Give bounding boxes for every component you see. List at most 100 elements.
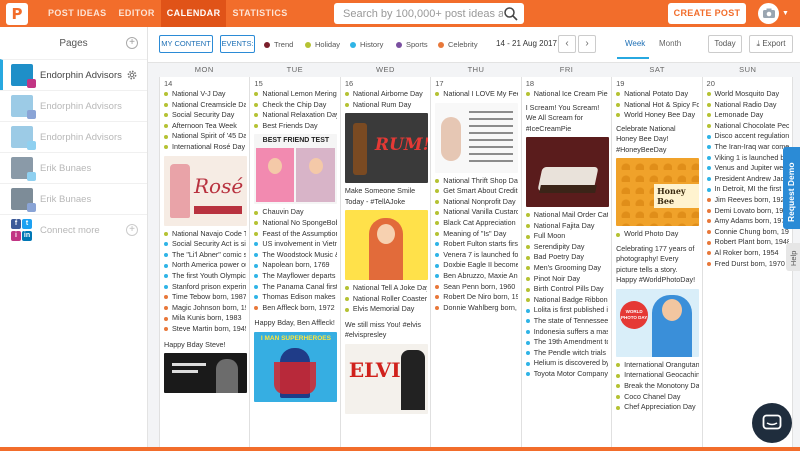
event-item[interactable]: Donnie Wahlberg born, 1 <box>435 303 518 314</box>
event-item[interactable]: Social Security Act is sign <box>164 239 246 250</box>
event-item[interactable]: National Fajita Day <box>525 221 608 232</box>
event-item[interactable]: Chauvin Day <box>254 207 336 218</box>
event-item[interactable]: International Geocaching <box>616 370 699 381</box>
request-demo-tab[interactable]: Request Demo <box>783 147 800 229</box>
sidebar-page-item[interactable]: Erik Bunaes <box>0 183 147 214</box>
event-item[interactable]: National Chocolate Pecan <box>706 121 789 132</box>
event-item[interactable]: Get Smart About Credit D <box>435 186 518 197</box>
event-item[interactable]: National No SpongeBob <box>254 218 337 229</box>
event-item[interactable]: International Orangutan <box>616 360 699 371</box>
event-item[interactable]: Amy Adams born, 1974 <box>706 216 789 227</box>
event-item[interactable]: The Woodstock Music & <box>254 250 337 261</box>
event-item[interactable]: Elvis Memorial Day <box>344 304 427 315</box>
event-item[interactable]: National Vanilla Custard D <box>435 207 518 218</box>
app-logo[interactable]: P <box>6 2 28 25</box>
event-item[interactable]: Stanford prison experime <box>164 282 246 293</box>
event-item[interactable]: National Navajo Code Ta <box>164 229 246 240</box>
event-item[interactable]: Afternoon Tea Week <box>164 121 246 132</box>
my-content-button[interactable]: MY CONTENT <box>159 35 213 53</box>
event-item[interactable]: Doxbie Eagle II becomes <box>435 260 518 271</box>
event-item[interactable]: The Iran-Iraq war come <box>706 142 789 153</box>
event-item[interactable]: Best Friends Day <box>254 121 336 132</box>
event-item[interactable]: Serendipity Day <box>525 242 608 253</box>
event-item[interactable]: National Radio Day <box>706 100 789 111</box>
event-item[interactable]: National Relaxation Day <box>254 110 337 121</box>
event-item[interactable]: World Photo Day <box>616 229 698 240</box>
event-item[interactable]: Robert De Niro born, 194 <box>435 292 518 303</box>
event-item[interactable]: The first Youth Olympics <box>164 271 246 282</box>
event-item[interactable]: Lolita is first published i <box>525 305 608 316</box>
event-item[interactable]: National Tell A Joke Day <box>344 283 427 294</box>
event-item[interactable]: Ben Affleck born, 1972 <box>254 303 336 314</box>
event-item[interactable]: The state of Tennessee pa <box>525 316 608 327</box>
sidebar-page-item[interactable]: Endorphin Advisors <box>0 59 147 90</box>
filter-celebrity[interactable]: Celebrity <box>438 40 478 49</box>
export-button[interactable]: ⤓ Export <box>749 35 793 53</box>
event-item[interactable]: National Roller Coaster D <box>344 294 427 305</box>
event-item[interactable]: Robert Plant born, 1948 <box>706 237 789 248</box>
event-item[interactable]: National Nonprofit Day <box>435 197 517 208</box>
event-item[interactable]: Venera 7 is launched for <box>435 250 518 261</box>
post-image[interactable]: WORLD PHOTO DAY <box>616 288 700 357</box>
tab-week[interactable]: Week <box>625 39 645 48</box>
event-item[interactable]: National Thrift Shop Day <box>435 176 518 187</box>
event-item[interactable]: Steve Martin born, 1945 <box>164 324 246 335</box>
event-item[interactable]: Helium is discovered by F <box>525 358 608 369</box>
event-item[interactable]: Robert Fulton starts first <box>435 239 518 250</box>
event-item[interactable]: National Mail Order Catal <box>525 210 608 221</box>
event-item[interactable]: Coco Chanel Day <box>616 392 698 403</box>
event-item[interactable]: Birth Control Pills Day <box>525 284 608 295</box>
post-image[interactable] <box>344 210 428 281</box>
event-item[interactable]: World Mosquito Day <box>706 89 789 100</box>
event-item[interactable]: Thomas Edison makes fir <box>254 292 337 303</box>
event-item[interactable]: The Panama Canal first op <box>254 282 337 293</box>
event-item[interactable]: Lemonade Day <box>706 110 789 121</box>
event-item[interactable]: Jim Reeves born, 1923 <box>706 195 789 206</box>
event-item[interactable]: The Pendle witch trials be <box>525 348 608 359</box>
event-item[interactable]: Feast of the Assumption <box>254 229 337 240</box>
previous-week-button[interactable]: ‹ <box>558 35 576 53</box>
event-item[interactable]: Al Roker born, 1954 <box>706 248 789 259</box>
event-item[interactable]: Meaning of "Is" Day <box>435 229 517 240</box>
search-icon[interactable] <box>503 6 519 22</box>
event-item[interactable]: Check the Chip Day <box>254 100 336 111</box>
event-item[interactable]: Full Moon <box>525 231 608 242</box>
event-item[interactable]: National Lemon Meringue <box>254 89 337 100</box>
event-item[interactable]: Sean Penn born, 1960 <box>435 282 517 293</box>
event-item[interactable]: National V-J Day <box>164 89 246 100</box>
post-image[interactable]: Honey Bee <box>616 158 700 227</box>
today-button[interactable]: Today <box>708 35 742 53</box>
event-item[interactable]: Napolean born, 1769 <box>254 260 336 271</box>
post-image[interactable]: I MAN SUPERHEROES <box>254 331 338 402</box>
search-box[interactable]: Search by 100,000+ post ideas and <box>334 3 524 24</box>
event-item[interactable]: North America power out <box>164 260 246 271</box>
event-item[interactable]: Black Cat Appreciation Da <box>435 218 518 229</box>
event-item[interactable]: Venus and Jupiter were <box>706 163 789 174</box>
event-item[interactable]: National Potato Day <box>616 89 698 100</box>
event-item[interactable]: President Andrew Jackson <box>706 174 789 185</box>
nav-statistics[interactable]: STATISTICS <box>226 0 293 27</box>
event-item[interactable]: Demi Lovato born, 1992 <box>706 206 789 217</box>
post-image[interactable] <box>435 102 519 173</box>
event-item[interactable]: Toyota Motor Company b <box>525 369 608 380</box>
event-item[interactable]: The "Li'l Abner" comic stri <box>164 250 246 261</box>
post-image[interactable]: ELVIS <box>344 343 428 414</box>
event-item[interactable]: National I LOVE My Feet <box>435 89 518 100</box>
event-item[interactable]: Men's Grooming Day <box>525 263 608 274</box>
event-item[interactable]: National Ice Cream Pie Da <box>525 89 608 100</box>
events-button[interactable]: EVENTS: <box>220 35 255 53</box>
filter-trend[interactable]: Trend <box>264 40 293 49</box>
event-item[interactable]: Connie Chung born, 1946 <box>706 227 789 238</box>
nav-editor[interactable]: EDITOR <box>113 0 161 27</box>
chat-widget-button[interactable] <box>752 403 792 443</box>
filter-sports[interactable]: Sports <box>396 40 428 49</box>
user-avatar[interactable] <box>758 3 779 24</box>
add-icon[interactable]: + <box>126 224 138 236</box>
event-item[interactable]: The 19th Amendment to <box>525 337 608 348</box>
event-item[interactable]: National Badge Ribbon D <box>525 295 608 306</box>
event-item[interactable]: Social Security Day <box>164 110 246 121</box>
event-item[interactable]: National Spirit of '45 Day <box>164 131 246 142</box>
event-item[interactable]: Bad Poetry Day <box>525 252 608 263</box>
event-item[interactable]: National Airborne Day <box>344 89 427 100</box>
event-item[interactable]: Chef Appreciation Day <box>616 402 698 413</box>
